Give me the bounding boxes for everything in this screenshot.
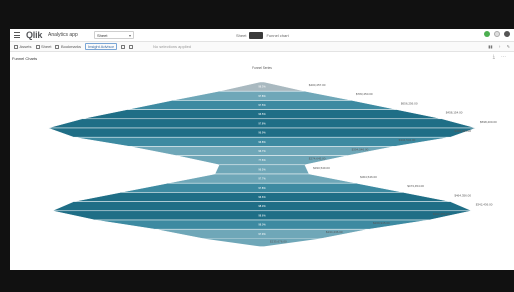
share-icon[interactable]: ↑	[499, 44, 501, 49]
band-label: 96.9%	[258, 131, 266, 135]
sheet-label: Sheet	[41, 44, 52, 49]
side-value-label: $400,457.00	[309, 83, 326, 87]
side-value-label: $783,450.00	[356, 92, 373, 96]
band-label: 98.6%	[258, 213, 266, 217]
side-value-label: $464,356.00	[454, 193, 471, 197]
app-title: Analytics app	[48, 32, 78, 38]
sheet-nav-title: Funnel chart	[266, 33, 289, 38]
funnel-tail	[202, 238, 322, 247]
funnel-chart[interactable]: Funnel Series 98.3%97.8%97.5%96.5%97.8%9…	[10, 52, 514, 270]
chart-header: Funnel Series	[252, 66, 272, 70]
avatar[interactable]	[504, 31, 510, 37]
band-label: 97.8%	[258, 121, 266, 125]
side-value-label: $302,354.00	[433, 212, 450, 216]
qlik-app-window: Qlik Analytics app Sheet ▾ Sheet Funnel …	[10, 29, 514, 270]
band-label: 77.6%	[258, 158, 266, 162]
band-label: 97.7%	[258, 177, 266, 181]
sheet-navigator[interactable]: Sheet Funnel chart	[236, 32, 289, 39]
side-value-label: $458,154.00	[446, 111, 463, 115]
band-label: 98.0%	[258, 223, 266, 227]
back-icon	[121, 44, 125, 49]
insight-advisor-button[interactable]: Insight Advisor	[84, 43, 117, 50]
side-value-label: $598,400.00	[480, 120, 497, 124]
sheet-canvas: Funnel Charts ⤓ ⋯ Funnel Series 98.3% 97.…	[10, 52, 514, 270]
toolbar: Assets Sheet Bookmarks Insight Advisor N…	[10, 42, 514, 52]
sheet-button[interactable]: Sheet	[35, 44, 52, 49]
band-label: 98.3%	[258, 204, 266, 208]
side-value-label: $304,546.00	[360, 175, 377, 179]
band-label: 96.6%	[258, 195, 266, 199]
top-navigation-bar: Qlik Analytics app Sheet ▾ Sheet Funnel …	[10, 29, 514, 42]
sheet-dropdown[interactable]: Sheet ▾	[94, 31, 134, 39]
bookmarks-label: Bookmarks	[60, 44, 81, 49]
edit-icon[interactable]: ✎	[507, 44, 510, 49]
side-value-label: $656,256.00	[401, 101, 418, 105]
side-value-label: $235,676.00	[270, 239, 287, 243]
band-label: 96.7%	[258, 149, 266, 153]
video-frame: Qlik Analytics app Sheet ▾ Sheet Funnel …	[0, 0, 514, 292]
assets-button[interactable]: Assets	[14, 44, 32, 49]
band-label: 97.8%	[258, 186, 266, 190]
sheet-dropdown-value: Sheet	[97, 33, 108, 38]
menu-icon[interactable]	[14, 32, 20, 39]
side-value-label: $274,645.00	[309, 157, 326, 161]
top-right-controls	[484, 31, 510, 37]
assets-label: Assets	[19, 44, 32, 49]
band-label: 96.8%	[258, 140, 266, 144]
notification-icon[interactable]	[494, 31, 500, 37]
side-value-label: $234,436.00	[326, 230, 343, 234]
side-value-label: $330,549.00	[313, 166, 330, 170]
sheet-icon	[35, 44, 40, 49]
sheet-nav-label: Sheet	[236, 33, 247, 38]
selection-back-button[interactable]	[121, 44, 125, 49]
sheet-thumbnail[interactable]	[249, 32, 264, 39]
status-dot-icon	[484, 31, 490, 37]
selection-forward-button[interactable]	[129, 44, 133, 49]
side-value-label: $269,945.00	[373, 221, 390, 225]
side-value-label: $468,324.00	[454, 129, 471, 133]
selections-bar[interactable]: No selections applied	[153, 44, 191, 49]
band-label: 96.5%	[258, 167, 266, 171]
forward-icon	[129, 44, 133, 49]
band-label: 97.5%	[258, 103, 266, 107]
side-value-label: $394,546.00	[352, 147, 369, 151]
toolbar-right: ▮▮ ↑ ✎	[488, 44, 510, 49]
chart-icon[interactable]: ▮▮	[488, 44, 492, 49]
side-value-label: $342,436.00	[476, 203, 493, 207]
chevron-down-icon: ▾	[128, 33, 131, 38]
bookmarks-button[interactable]: Bookmarks	[55, 44, 81, 49]
band-label: 97.8%	[258, 94, 266, 98]
funnel-bands: 98.3% 97.8% 97.5% 96.5% 97.8% 96.9% 96.8% 96.7%…	[47, 81, 477, 247]
band-label: 97.9%	[258, 232, 266, 236]
bookmark-icon	[55, 44, 60, 49]
qlik-logo: Qlik	[26, 30, 43, 40]
band-label: 96.5%	[258, 112, 266, 116]
assets-icon	[14, 44, 18, 49]
side-value-label: $334,534.00	[399, 138, 416, 142]
side-value-label: $473,454.00	[407, 184, 424, 188]
band-label: 98.3%	[258, 85, 266, 89]
